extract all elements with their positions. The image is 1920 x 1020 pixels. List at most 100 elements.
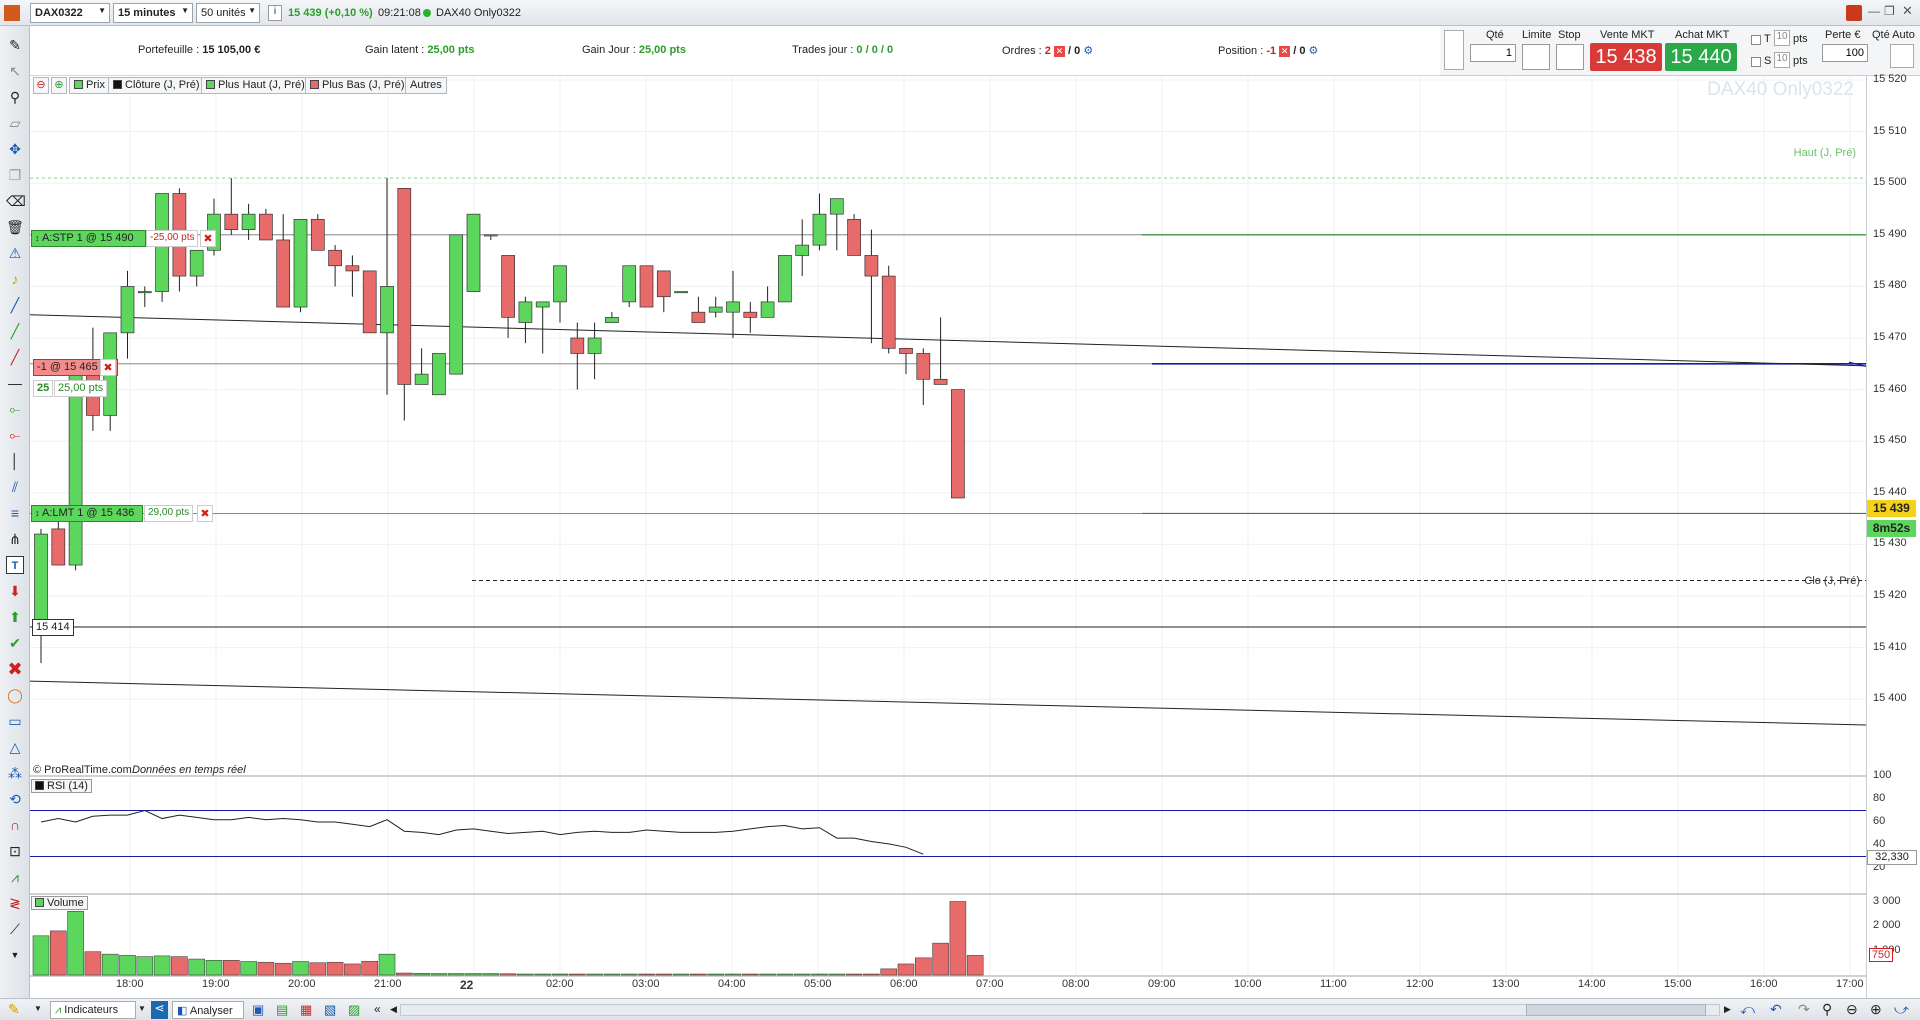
volume-bar [119,955,136,976]
list-icon[interactable]: ▤ [276,1002,288,1018]
close-position-icon[interactable]: ✕ [1279,46,1291,57]
check-icon[interactable]: ✔ [6,634,24,652]
chevron-down-icon[interactable]: ▼ [138,1004,146,1013]
drag-handle-icon[interactable]: ↕ [35,233,40,243]
triangle-icon[interactable]: △ [6,738,24,756]
legend-close[interactable]: Clôture (J, Pré) [108,77,205,94]
zoom-icon[interactable]: ⚲ [6,88,24,106]
cross-icon[interactable]: ✖ [6,660,24,678]
line-icon[interactable]: ╱ [6,296,24,314]
cancel-limit-icon[interactable]: ✖ [197,505,213,522]
timeframe-select[interactable]: 15 minutes ▼ [113,3,193,23]
loss-input[interactable] [1822,44,1868,62]
pencil-menu-icon[interactable]: ✎ [8,1001,20,1018]
drag-handle-icon[interactable]: ↕ [35,508,40,518]
sell-market-button[interactable]: 15 438 [1590,43,1662,71]
zoom-fit-icon[interactable]: ⚲ [1822,1001,1832,1018]
stop-order-tag[interactable]: ↕ A:STP 1 @ 15 490 [31,230,146,247]
time-tick-label: 20:00 [288,978,316,990]
chevron-down-icon[interactable]: ▼ [34,1004,42,1013]
orders-book-icon[interactable]: ▦ [300,1002,312,1018]
chart-window-icon[interactable]: ▨ [348,1002,360,1018]
t-input[interactable]: 10 [1774,30,1790,46]
fibonacci-icon[interactable]: ≡ [6,504,24,522]
red-line-icon[interactable]: ╱ [6,348,24,366]
green-line-icon[interactable]: ╱ [6,322,24,340]
share-icon[interactable]: ⋖ [151,1001,168,1019]
magnet-red-icon[interactable]: ∩ [6,816,24,834]
legend-price[interactable]: Prix [69,77,110,94]
move-icon[interactable]: ✥ [6,140,24,158]
ruler-icon[interactable]: ▱ [6,114,24,132]
ellipse-icon[interactable]: ◯ [6,686,24,704]
s-input[interactable]: 10 [1774,52,1790,68]
gears-icon[interactable]: ⚙ [1309,45,1319,57]
cancel-orders-icon[interactable]: ✕ [1053,46,1065,57]
channel-icon[interactable]: ⫽ [6,478,24,496]
scroll-prev-icon[interactable]: ◀ [390,1004,397,1015]
alert-icon[interactable]: ⚠ [6,244,24,262]
scrollbar-thumb[interactable] [1526,1004,1706,1016]
stop-order-button[interactable] [1556,44,1584,70]
qty-input[interactable] [1470,44,1516,62]
lock-icon[interactable]: ⊡ [6,842,24,860]
reset-icon[interactable]: ⤻ [1894,1001,1909,1018]
arrow-up-icon[interactable]: ⬆ [6,608,24,626]
analyze-button[interactable]: ◧ Analyser [172,1001,244,1019]
cancel-stop-icon[interactable]: ✖ [200,230,216,247]
zoom-out-icon[interactable]: ⊖ [1846,1001,1858,1018]
ray-red-icon[interactable]: ⟜ [6,426,24,444]
text-tool-icon[interactable]: T [6,556,24,574]
buy-market-button[interactable]: 15 440 [1665,43,1737,71]
minimize-icon[interactable]: — [1868,4,1880,18]
limit-order-tag[interactable]: ↕ A:LMT 1 @ 15 436 [31,505,143,522]
scroll-next-icon[interactable]: ▶ [1724,1004,1731,1015]
horizontal-scrollbar[interactable] [400,1004,1720,1016]
legend-others[interactable]: Autres [405,77,447,94]
undo-zoom-icon[interactable]: ⤺ [1740,1001,1755,1018]
zoom-in-icon[interactable]: ⊕ [1870,1001,1882,1018]
cursor-icon[interactable]: ↖ [6,62,24,80]
gears-icon[interactable]: ⚙ [1083,45,1093,57]
arrow-down-icon[interactable]: ⬇ [6,582,24,600]
symbol-select[interactable]: DAX0322 ▼ [30,3,110,23]
close-icon[interactable]: ✕ [1902,3,1913,19]
units-select[interactable]: 50 unités ▼ [196,3,260,23]
expand-icon[interactable]: ⊕ [51,77,67,94]
collapse-icon[interactable]: ⊖ [33,77,49,94]
zigzag-icon[interactable]: ≷ [6,894,24,912]
scroll-down-icon[interactable]: ▼ [6,946,24,964]
rectangle-icon[interactable]: ▭ [6,712,24,730]
vertical-line-icon[interactable]: │ [6,452,24,470]
order-tools-icon[interactable] [1444,30,1464,70]
window-icon[interactable]: ▣ [252,1002,264,1018]
info-icon[interactable]: i [268,5,282,21]
trend-icon[interactable]: ⩘ [6,868,24,886]
copy-icon[interactable]: ❐ [6,166,24,184]
trades-label: Trades jour : [792,44,854,56]
restore-icon[interactable]: ❐ [1884,4,1895,18]
redo-icon[interactable]: ↷ [1798,1001,1810,1018]
ray-icon[interactable]: ⟜ [6,400,24,418]
indicators-button[interactable]: ⩘ Indicateurs [50,1001,136,1019]
close-position-tag-icon[interactable]: ✖ [100,359,116,376]
pitchfork-icon[interactable]: ⋔ [6,530,24,548]
bell-icon[interactable]: ♪ [6,270,24,288]
pencil-icon[interactable]: ✎ [6,36,24,54]
eraser-icon[interactable]: ⌫ [6,192,26,210]
qty-auto-button[interactable] [1890,44,1914,68]
limit-order-button[interactable] [1522,44,1550,70]
points-icon[interactable]: ⁂ [6,764,24,782]
horizontal-line-icon[interactable]: — [6,374,24,392]
undo-icon[interactable]: ↶ [1770,1001,1782,1018]
regression-icon[interactable]: ⟋ [6,920,24,938]
magnet-icon[interactable]: ⟲ [6,790,24,808]
trash-icon[interactable]: 🗑 [6,218,24,236]
portfolio-icon[interactable]: ▧ [324,1002,336,1018]
t-checkbox[interactable] [1751,35,1761,45]
legend-high[interactable]: Plus Haut (J, Pré) [201,77,310,94]
s-checkbox[interactable] [1751,57,1761,67]
legend-low[interactable]: Plus Bas (J, Pré) [305,77,410,94]
price-chart[interactable]: DAX40 Only0322 Haut (J, Pré) Clo (J, Pré… [30,76,1866,998]
scroll-left-icon[interactable]: « [374,1002,381,1016]
